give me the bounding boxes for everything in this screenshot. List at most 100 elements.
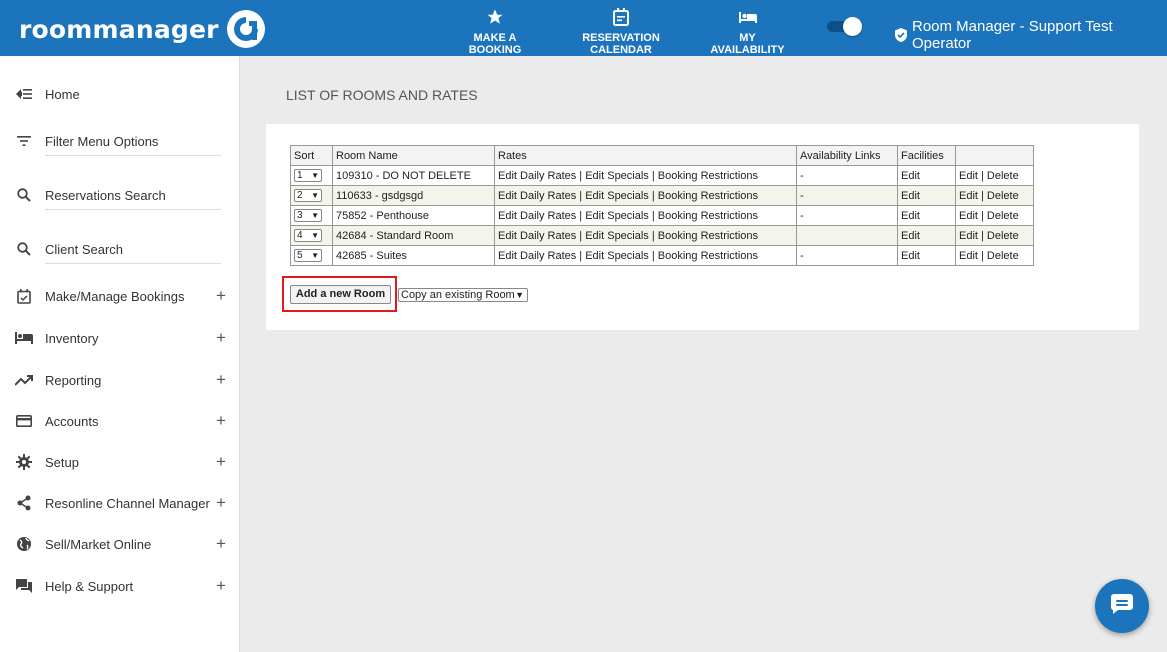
sidebar-item-label: Reporting — [45, 372, 102, 388]
rates-links[interactable]: Edit Daily Rates | Edit Specials | Booki… — [494, 185, 797, 206]
chevron-down-icon: ▼ — [311, 251, 319, 260]
availability-cell: - — [796, 165, 898, 186]
mode-toggle[interactable] — [827, 17, 863, 36]
sidebar-item-home[interactable]: Home — [0, 79, 240, 109]
availability-cell: - — [796, 245, 898, 266]
calendar-icon — [556, 8, 686, 26]
sort-cell: 1 ▼ — [290, 165, 333, 186]
sort-select[interactable]: 4 ▼ — [294, 229, 322, 242]
nav-label: MAKE A BOOKING — [468, 32, 522, 56]
edit-delete-links[interactable]: Edit | Delete — [955, 185, 1034, 206]
card-icon — [15, 412, 33, 430]
brand-logo[interactable]: roommanager — [19, 10, 265, 48]
sidebar: Home Filter Menu Options Reservations Se… — [0, 56, 240, 652]
nav-label: RESERVATION CALENDAR — [582, 32, 660, 56]
bed-icon — [703, 8, 792, 26]
table-row: 3 ▼ 75852 - Penthouse Edit Daily Rates | … — [290, 205, 1034, 226]
expand-plus-icon[interactable]: + — [216, 534, 226, 554]
expand-plus-icon[interactable]: + — [216, 286, 226, 306]
nav-make-a-booking[interactable]: MAKE A BOOKING — [450, 8, 540, 56]
table-row: 4 ▼ 42684 - Standard Room Edit Daily Rate… — [290, 225, 1034, 246]
chat-button[interactable] — [1095, 579, 1149, 633]
sidebar-item-help-support[interactable]: Help & Support + — [0, 571, 240, 601]
sidebar-item-reservations-search[interactable]: Reservations Search — [0, 180, 240, 210]
sidebar-item-label: Inventory — [45, 330, 99, 346]
sort-select[interactable]: 2 ▼ — [294, 189, 322, 202]
sort-cell: 5 ▼ — [290, 245, 333, 266]
rooms-table: Sort Room Name Rates Availability Links … — [290, 145, 1034, 266]
edit-delete-links[interactable]: Edit | Delete — [955, 165, 1034, 186]
sort-value: 3 — [297, 210, 303, 221]
sort-select[interactable]: 5 ▼ — [294, 249, 322, 262]
sidebar-item-label: Accounts — [45, 413, 99, 429]
sidebar-item-client-search[interactable]: Client Search — [0, 234, 240, 264]
gear-icon — [15, 453, 33, 471]
expand-plus-icon[interactable]: + — [216, 411, 226, 431]
trending-icon — [15, 371, 33, 389]
column-header-rates: Rates — [494, 145, 797, 166]
top-bar: roommanager MAKE A BOOKING RESERVATION C… — [0, 0, 1167, 56]
sidebar-item-label: Reservations Search — [45, 187, 166, 203]
rates-links[interactable]: Edit Daily Rates | Edit Specials | Booki… — [494, 165, 797, 186]
sort-value: 2 — [297, 190, 303, 201]
room-name-cell: 42684 - Standard Room — [332, 225, 495, 246]
nav-my-availability[interactable]: MY AVAILABILITY — [703, 8, 792, 56]
expand-plus-icon[interactable]: + — [216, 370, 226, 390]
facilities-edit-link[interactable]: Edit — [897, 185, 956, 206]
room-name-cell: 42685 - Suites — [332, 245, 495, 266]
column-header-sort: Sort — [290, 145, 333, 166]
facilities-edit-link[interactable]: Edit — [897, 225, 956, 246]
chevron-down-icon: ▼ — [311, 211, 319, 220]
sort-cell: 4 ▼ — [290, 225, 333, 246]
sort-select[interactable]: 1 ▼ — [294, 169, 322, 182]
rates-links[interactable]: Edit Daily Rates | Edit Specials | Booki… — [494, 205, 797, 226]
expand-plus-icon[interactable]: + — [216, 452, 226, 472]
sidebar-item-make-manage-bookings[interactable]: Make/Manage Bookings + — [0, 281, 240, 311]
rates-links[interactable]: Edit Daily Rates | Edit Specials | Booki… — [494, 245, 797, 266]
sidebar-item-label: Resonline Channel Manager — [45, 495, 210, 511]
chevron-down-icon: ▼ — [311, 231, 319, 240]
edit-delete-links[interactable]: Edit | Delete — [955, 245, 1034, 266]
sidebar-item-label: Sell/Market Online — [45, 536, 152, 552]
chevron-down-icon: ▼ — [515, 290, 524, 300]
sidebar-item-filter-menu-options[interactable]: Filter Menu Options — [0, 126, 240, 156]
user-name: Room Manager - Support Test Operator — [912, 18, 1113, 52]
expand-plus-icon[interactable]: + — [216, 493, 226, 513]
add-new-room-button[interactable]: Add a new Room — [290, 285, 391, 304]
room-name-cell: 75852 - Penthouse — [332, 205, 495, 226]
edit-delete-links[interactable]: Edit | Delete — [955, 225, 1034, 246]
chevron-down-icon: ▼ — [311, 171, 319, 180]
nav-reservation-calendar[interactable]: RESERVATION CALENDAR — [556, 8, 686, 56]
nav-label: MY AVAILABILITY — [710, 32, 785, 56]
availability-cell — [796, 225, 898, 246]
table-header-row: Sort Room Name Rates Availability Links … — [290, 145, 1034, 166]
chevron-down-icon: ▼ — [311, 191, 319, 200]
user-menu[interactable]: Room Manager - Support Test Operator — [895, 18, 1167, 52]
room-name-cell: 110633 - gsdgsgd — [332, 185, 495, 206]
bed-icon — [15, 329, 33, 347]
share-icon — [15, 494, 33, 512]
sidebar-item-setup[interactable]: Setup + — [0, 447, 240, 477]
sidebar-item-resonline-channel-manager[interactable]: Resonline Channel Manager + — [0, 488, 240, 518]
expand-plus-icon[interactable]: + — [216, 576, 226, 596]
room-name-cell: 109310 - DO NOT DELETE — [332, 165, 495, 186]
facilities-edit-link[interactable]: Edit — [897, 245, 956, 266]
sidebar-item-label: Setup — [45, 454, 79, 470]
brand-mark-icon — [226, 10, 265, 48]
column-header-availability-links: Availability Links — [796, 145, 898, 166]
facilities-edit-link[interactable]: Edit — [897, 205, 956, 226]
edit-delete-links[interactable]: Edit | Delete — [955, 205, 1034, 226]
sidebar-item-reporting[interactable]: Reporting + — [0, 365, 240, 395]
sidebar-item-inventory[interactable]: Inventory + — [0, 323, 240, 353]
facilities-edit-link[interactable]: Edit — [897, 165, 956, 186]
copy-existing-room-select[interactable]: Copy an existing Room ▼ — [398, 288, 528, 302]
table-row: 1 ▼ 109310 - DO NOT DELETE Edit Daily Rat… — [290, 165, 1034, 186]
sidebar-item-label: Help & Support — [45, 578, 134, 594]
sort-select[interactable]: 3 ▼ — [294, 209, 322, 222]
column-header-actions — [955, 145, 1034, 166]
table-row: 5 ▼ 42685 - Suites Edit Daily Rates | Edi… — [290, 245, 1034, 266]
expand-plus-icon[interactable]: + — [216, 328, 226, 348]
sidebar-item-accounts[interactable]: Accounts + — [0, 406, 240, 436]
sidebar-item-sell-market-online[interactable]: Sell/Market Online + — [0, 529, 240, 559]
rates-links[interactable]: Edit Daily Rates | Edit Specials | Booki… — [494, 225, 797, 246]
